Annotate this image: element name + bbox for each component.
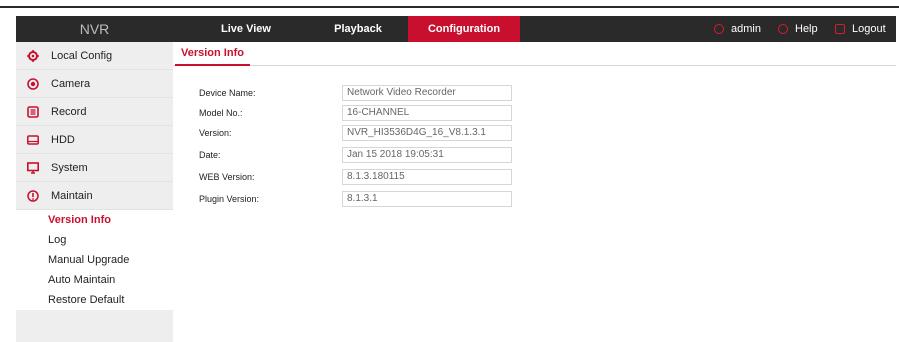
- system-icon: [27, 161, 39, 174]
- sidebar-item-hdd[interactable]: HDD: [16, 126, 173, 154]
- field-row-version: Version: NVR_HI3536D4G_16_V8.1.3.1: [199, 124, 512, 142]
- sidebar: Local Config Camera Record HDD System Ma…: [16, 42, 173, 342]
- logout-label: Logout: [852, 23, 886, 35]
- help-link[interactable]: Help: [778, 16, 818, 42]
- app-logo: NVR: [79, 21, 110, 37]
- model-no-value: 16-CHANNEL: [342, 105, 512, 121]
- main-content: Version Info Device Name: Network Video …: [173, 42, 896, 342]
- top-divider: [0, 6, 899, 8]
- sidebar-item-label: Maintain: [51, 189, 93, 202]
- sidebar-item-camera[interactable]: Camera: [16, 70, 173, 98]
- logout-link[interactable]: Logout: [835, 16, 886, 42]
- field-row-date: Date: Jan 15 2018 19:05:31: [199, 146, 512, 164]
- logout-icon: [835, 24, 845, 34]
- version-value: NVR_HI3536D4G_16_V8.1.3.1: [342, 125, 512, 141]
- record-icon: [27, 105, 39, 118]
- field-label: Device Name:: [199, 88, 256, 98]
- field-label: Version:: [199, 128, 232, 138]
- tab-version-info[interactable]: Version Info: [175, 42, 250, 66]
- nav-playback[interactable]: Playback: [302, 16, 414, 42]
- device-name-value: Network Video Recorder: [342, 85, 512, 101]
- sidebar-item-record[interactable]: Record: [16, 98, 173, 126]
- sidebar-item-system[interactable]: System: [16, 154, 173, 182]
- field-row-device-name: Device Name: Network Video Recorder: [199, 84, 512, 102]
- nav-configuration[interactable]: Configuration: [408, 16, 520, 42]
- field-label: Plugin Version:: [199, 194, 260, 204]
- submenu-restore-default[interactable]: Restore Default: [16, 290, 173, 310]
- field-label: Model No.:: [199, 108, 243, 118]
- sidebar-item-label: HDD: [51, 133, 75, 146]
- maintain-icon: [27, 189, 39, 202]
- user-name: admin: [731, 23, 761, 35]
- sidebar-item-label: Record: [51, 105, 87, 118]
- sidebar-item-local-config[interactable]: Local Config: [16, 42, 173, 70]
- tab-bar: Version Info: [173, 42, 896, 66]
- submenu-manual-upgrade[interactable]: Manual Upgrade: [16, 250, 173, 270]
- submenu-log[interactable]: Log: [16, 230, 173, 250]
- help-icon: [778, 24, 788, 34]
- field-row-model-no: Model No.: 16-CHANNEL: [199, 104, 512, 122]
- plugin-version-value: 8.1.3.1: [342, 191, 512, 207]
- field-label: Date:: [199, 150, 221, 160]
- hdd-icon: [27, 134, 39, 146]
- web-version-value: 8.1.3.180115: [342, 169, 512, 185]
- help-label: Help: [795, 23, 818, 35]
- field-row-web-version: WEB Version: 8.1.3.180115: [199, 168, 512, 186]
- submenu-auto-maintain[interactable]: Auto Maintain: [16, 270, 173, 290]
- field-label: WEB Version:: [199, 172, 255, 182]
- sidebar-item-maintain[interactable]: Maintain: [16, 182, 173, 210]
- date-value: Jan 15 2018 19:05:31: [342, 147, 512, 163]
- submenu-version-info[interactable]: Version Info: [16, 210, 173, 230]
- user-menu[interactable]: admin: [714, 16, 761, 42]
- nav-live-view[interactable]: Live View: [190, 16, 302, 42]
- field-row-plugin-version: Plugin Version: 8.1.3.1: [199, 190, 512, 208]
- sidebar-item-label: Camera: [51, 77, 91, 90]
- camera-icon: [27, 77, 39, 90]
- user-icon: [714, 24, 724, 34]
- sidebar-item-label: Local Config: [51, 49, 113, 62]
- local-config-icon: [27, 49, 39, 62]
- top-nav-bar: NVR Live View Playback Configuration adm…: [16, 16, 896, 42]
- sidebar-item-label: System: [51, 161, 88, 174]
- maintain-submenu: Version Info Log Manual Upgrade Auto Mai…: [16, 210, 173, 310]
